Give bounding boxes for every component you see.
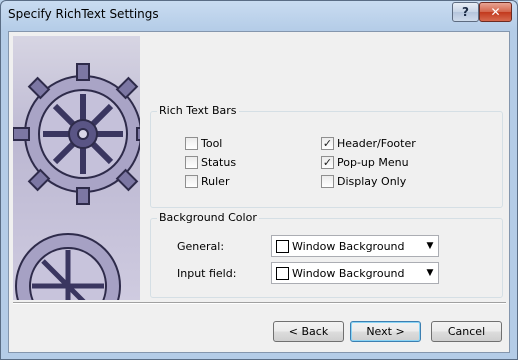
color-swatch (276, 239, 289, 253)
background-color-legend: Background Color (157, 211, 259, 224)
close-button[interactable]: ✕ (479, 2, 512, 22)
next-button-label: Next > (366, 325, 405, 338)
input-field-color-select[interactable]: Window Background ▼ (271, 262, 439, 284)
status-checkbox-label: Status (201, 155, 237, 169)
title-bar[interactable]: Specify RichText Settings ? ✕ (1, 1, 517, 29)
rich-text-bars-group: Rich Text Bars Tool Status Ruler Header/… (150, 104, 503, 208)
general-color-select[interactable]: Window Background ▼ (271, 235, 439, 257)
header-footer-checkbox[interactable]: Header/Footer (321, 136, 416, 150)
general-color-value: Window Background (292, 239, 405, 253)
status-checkbox[interactable]: Status (185, 155, 236, 169)
status-checkbox-box[interactable] (185, 155, 198, 169)
chevron-down-icon[interactable]: ▼ (422, 268, 438, 278)
header-footer-checkbox-box[interactable] (321, 136, 334, 150)
cancel-button[interactable]: Cancel (431, 321, 502, 342)
general-label: General: (177, 240, 225, 253)
ruler-checkbox[interactable]: Ruler (185, 174, 229, 188)
dialog-window: Specify RichText Settings ? ✕ Rich Text … (0, 0, 518, 360)
popup-menu-checkbox-box[interactable] (321, 155, 334, 169)
input-field-label: Input field: (177, 267, 237, 280)
help-icon: ? (462, 5, 469, 19)
rich-text-bars-legend: Rich Text Bars (157, 104, 239, 117)
dialog-client-area: Rich Text Bars Tool Status Ruler Header/… (8, 31, 510, 353)
window-title: Specify RichText Settings (8, 7, 159, 21)
back-button[interactable]: < Back (273, 321, 344, 342)
gear-icon (13, 63, 140, 300)
tool-checkbox[interactable]: Tool (185, 136, 222, 150)
gears-illustration (13, 36, 140, 300)
ruler-checkbox-label: Ruler (201, 174, 230, 188)
header-footer-checkbox-label: Header/Footer (337, 136, 416, 150)
display-only-checkbox-label: Display Only (337, 174, 407, 188)
cancel-button-label: Cancel (447, 325, 486, 338)
next-button[interactable]: Next > (350, 321, 421, 342)
chevron-down-icon[interactable]: ▼ (422, 241, 438, 251)
back-button-label: < Back (288, 325, 329, 338)
display-only-checkbox[interactable]: Display Only (321, 174, 406, 188)
popup-menu-checkbox-label: Pop-up Menu (337, 155, 409, 169)
background-color-group: Background Color General: Window Backgro… (150, 211, 503, 298)
popup-menu-checkbox[interactable]: Pop-up Menu (321, 155, 409, 169)
display-only-checkbox-box[interactable] (321, 174, 334, 188)
close-icon: ✕ (490, 5, 501, 19)
input-field-color-value: Window Background (292, 266, 405, 280)
tool-checkbox-label: Tool (201, 136, 223, 150)
tool-checkbox-box[interactable] (185, 136, 198, 150)
button-separator (13, 302, 506, 304)
help-button[interactable]: ? (452, 2, 479, 22)
ruler-checkbox-box[interactable] (185, 174, 198, 188)
color-swatch (276, 266, 289, 280)
